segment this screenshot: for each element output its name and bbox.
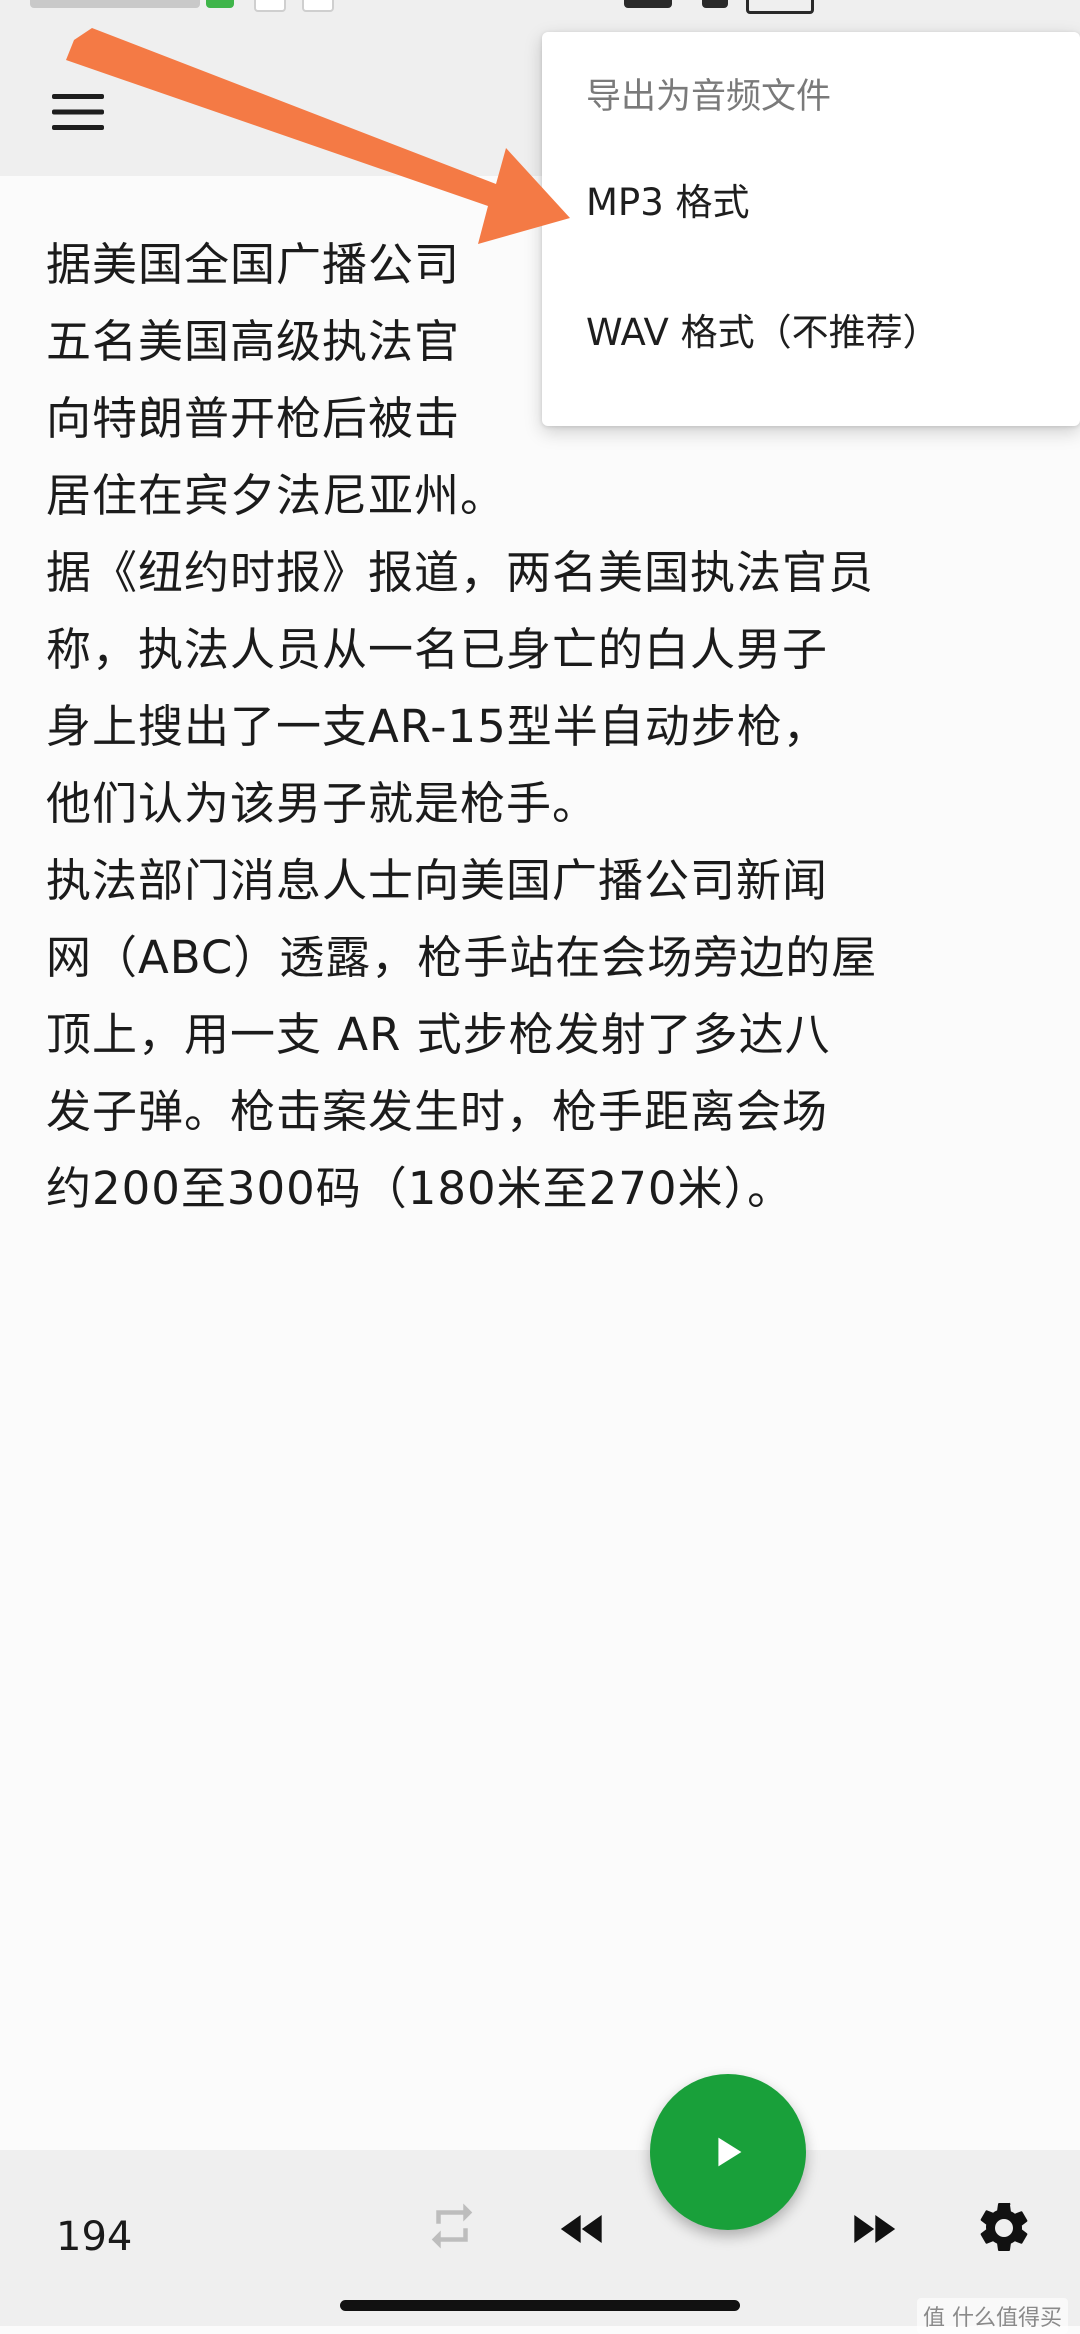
play-icon <box>718 2137 742 2167</box>
hamburger-menu-icon <box>52 94 104 130</box>
export-dropdown-menu: 导出为音频文件 MP3 格式 WAV 格式（不推荐） <box>542 32 1080 426</box>
page-count: 194 <box>56 2214 133 2260</box>
status-app-icon <box>302 0 334 12</box>
rewind-button[interactable] <box>548 2194 618 2264</box>
wifi-icon <box>702 0 728 8</box>
status-bar <box>0 0 1080 14</box>
export-mp3-option[interactable]: MP3 格式 <box>542 134 1080 264</box>
content-area: 据美国全国广播公司 五名美国高级执法官 向特朗普开枪后被击 居住在宾夕法尼亚州。… <box>0 176 1080 2150</box>
signal-icon <box>624 0 672 8</box>
watermark: 值 什么值得买 <box>917 2298 1068 2334</box>
menu-item-label: WAV 格式（不推荐） <box>586 311 940 354</box>
status-app-icon <box>206 0 234 8</box>
export-wav-option[interactable]: WAV 格式（不推荐） <box>542 264 1080 394</box>
repeat-icon <box>431 2203 473 2249</box>
status-time-fragment <box>30 0 200 8</box>
menu-item-label: MP3 格式 <box>586 181 750 224</box>
menu-button[interactable] <box>34 68 122 156</box>
battery-icon <box>746 0 814 14</box>
settings-button[interactable] <box>966 2190 1042 2266</box>
fast-forward-button[interactable] <box>838 2194 908 2264</box>
home-indicator[interactable] <box>340 2300 740 2311</box>
rewind-icon <box>560 2215 602 2243</box>
status-app-icon <box>254 0 286 12</box>
gear-icon <box>980 2202 1028 2251</box>
play-button[interactable] <box>650 2074 806 2230</box>
repeat-button[interactable] <box>416 2190 488 2262</box>
fast-forward-icon <box>854 2215 896 2243</box>
dropdown-header: 导出为音频文件 <box>586 77 832 117</box>
